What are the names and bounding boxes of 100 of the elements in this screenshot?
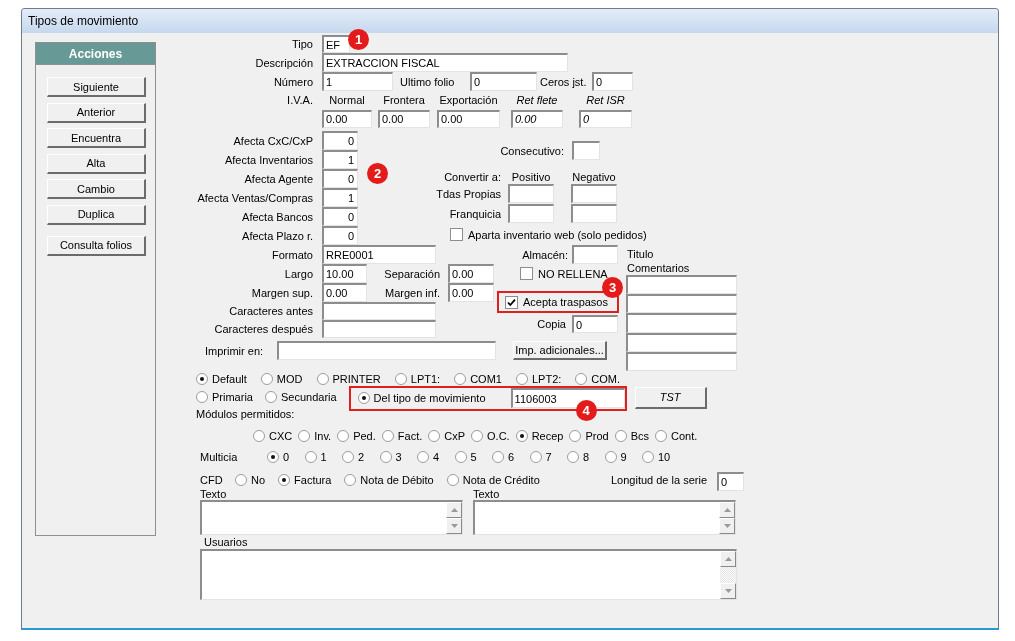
radio-option[interactable]: 8	[567, 450, 590, 463]
radio-icon[interactable]	[304, 450, 317, 463]
radio-option[interactable]: Recep	[515, 429, 564, 442]
radio-option[interactable]: 1	[304, 450, 327, 463]
text-area[interactable]	[200, 499, 463, 535]
radio-option[interactable]: COM1	[454, 373, 502, 386]
text-area[interactable]	[200, 548, 737, 600]
scroll-up-button[interactable]	[719, 501, 735, 518]
radio-icon[interactable]	[575, 373, 588, 386]
radio-option[interactable]: No	[235, 473, 266, 486]
text-field[interactable]	[626, 275, 737, 295]
text-field[interactable]: 0.00	[378, 109, 430, 128]
radio-option[interactable]: 10	[642, 450, 671, 463]
text-field[interactable]	[322, 320, 436, 338]
radio-icon[interactable]	[446, 473, 459, 486]
radio-option[interactable]: 3	[379, 450, 402, 463]
radio-option[interactable]: 7	[529, 450, 552, 463]
radio-icon[interactable]	[342, 450, 354, 463]
radio-option[interactable]: Ped.	[337, 429, 376, 442]
radio-icon[interactable]	[235, 473, 247, 486]
checkbox-icon[interactable]	[505, 295, 518, 309]
radio-option[interactable]: Bcs	[614, 429, 650, 442]
radio-icon[interactable]	[471, 429, 484, 442]
action-button[interactable]: Encuentra	[47, 128, 146, 148]
tst-button[interactable]: TST	[634, 386, 707, 409]
additional-print-button[interactable]: Imp. adicionales...	[513, 341, 607, 360]
text-field[interactable]: 1	[322, 72, 393, 91]
radio-option[interactable]: 9	[604, 450, 627, 463]
checkbox-option[interactable]: NO RELLENA	[520, 267, 608, 280]
radio-option[interactable]: MOD	[260, 373, 303, 386]
radio-option[interactable]: 5	[454, 450, 477, 463]
text-field[interactable]: RRE0001	[322, 245, 436, 264]
text-field[interactable]: 0	[470, 72, 537, 91]
text-field[interactable]: 10.00	[322, 264, 367, 283]
text-field[interactable]: 0.00	[322, 109, 372, 128]
text-area[interactable]	[473, 499, 736, 535]
radio-icon[interactable]	[298, 429, 311, 442]
radio-icon[interactable]	[604, 450, 617, 463]
text-field[interactable]: 0.00	[448, 283, 494, 302]
radio-icon[interactable]	[394, 373, 407, 386]
radio-option[interactable]: Default	[196, 373, 247, 386]
action-button[interactable]: Alta	[47, 153, 146, 174]
radio-option[interactable]: 6	[492, 450, 515, 463]
action-button[interactable]: Duplica	[47, 204, 146, 225]
checkbox-icon[interactable]	[450, 228, 463, 241]
radio-icon[interactable]	[316, 373, 329, 386]
text-field[interactable]	[572, 245, 618, 264]
radio-option[interactable]: Fact.	[381, 429, 423, 442]
radio-icon[interactable]	[567, 450, 579, 463]
text-field[interactable]: 0	[322, 226, 358, 245]
action-button[interactable]: Consulta folios	[47, 235, 146, 256]
action-button[interactable]: Anterior	[47, 102, 146, 123]
radio-option[interactable]: 0	[267, 450, 290, 463]
radio-icon[interactable]	[515, 429, 528, 442]
text-field[interactable]: 1	[322, 188, 358, 207]
radio-option[interactable]: Prod	[569, 429, 609, 442]
text-field[interactable]: 0	[592, 72, 633, 91]
radio-option[interactable]: Cont.	[655, 429, 698, 442]
text-field[interactable]: 0.00	[437, 109, 500, 128]
radio-option[interactable]: 4	[417, 450, 440, 463]
radio-icon[interactable]	[428, 429, 441, 442]
text-field[interactable]	[571, 204, 617, 223]
radio-option[interactable]: Primaria	[196, 390, 253, 403]
text-field[interactable]: 0.00	[448, 264, 494, 283]
scroll-up-button[interactable]	[446, 501, 462, 518]
text-field[interactable]	[626, 313, 737, 333]
text-field[interactable]: 0	[322, 131, 358, 150]
radio-option[interactable]: Nota de Crédito	[446, 473, 540, 486]
checkbox-option[interactable]: Acepta traspasos	[505, 295, 608, 309]
radio-option[interactable]: O.C.	[471, 429, 510, 442]
radio-icon[interactable]	[655, 429, 668, 442]
text-field[interactable]	[508, 184, 554, 203]
radio-option[interactable]: LPT1:	[394, 373, 441, 386]
radio-option[interactable]: Nota de Débito	[344, 473, 434, 486]
radio-icon[interactable]	[417, 450, 429, 463]
text-field[interactable]	[571, 184, 617, 203]
radio-icon[interactable]	[454, 373, 467, 386]
radio-icon[interactable]	[260, 373, 273, 386]
text-field[interactable]: 0.00	[511, 109, 563, 128]
text-field[interactable]: EF	[322, 35, 350, 53]
radio-option[interactable]: COM.	[575, 373, 621, 386]
radio-icon[interactable]	[344, 473, 357, 486]
radio-icon[interactable]	[196, 373, 208, 386]
text-field[interactable]	[322, 302, 436, 320]
radio-icon[interactable]	[264, 390, 277, 403]
radio-icon[interactable]	[454, 450, 467, 463]
radio-icon[interactable]	[337, 429, 350, 442]
radio-icon[interactable]	[381, 429, 394, 442]
text-field[interactable]: 0	[572, 315, 618, 333]
radio-icon[interactable]	[267, 450, 279, 463]
radio-option[interactable]: Del tipo de movimiento	[357, 392, 486, 405]
text-field[interactable]	[277, 341, 496, 360]
text-field[interactable]: 0	[322, 207, 358, 226]
checkbox-option[interactable]: Aparta inventario web (solo pedidos)	[450, 228, 647, 241]
radio-icon[interactable]	[515, 373, 528, 386]
radio-icon[interactable]	[357, 392, 370, 405]
radio-icon[interactable]	[529, 450, 542, 463]
radio-option[interactable]: CxP	[428, 429, 466, 442]
radio-icon[interactable]	[614, 429, 627, 442]
text-field[interactable]	[572, 141, 600, 160]
